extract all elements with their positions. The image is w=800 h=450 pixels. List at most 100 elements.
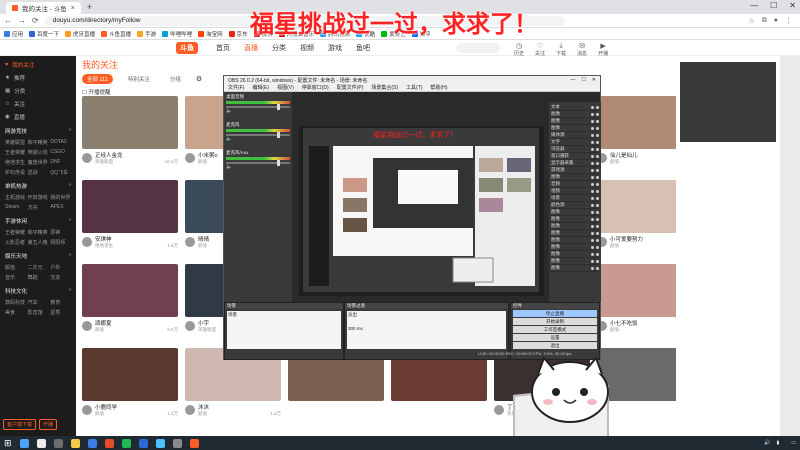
sidebar-category-link[interactable]: 逆战 — [28, 169, 49, 176]
source-item[interactable]: 图像 — [551, 223, 599, 230]
sidebar-category-link[interactable]: 教育 — [50, 299, 71, 306]
source-item[interactable]: 文字 — [551, 139, 599, 146]
sidebar-category-link[interactable]: 火影忍者 — [5, 239, 26, 246]
sidebar-category-link[interactable]: 第五人格 — [28, 239, 49, 246]
sidebar-category-link[interactable]: 舞蹈 — [28, 274, 49, 281]
sidebar-category-link[interactable]: Steam — [5, 204, 26, 211]
obs-menu-item[interactable]: 场景集合(S) — [371, 84, 398, 91]
streamer-avatar[interactable] — [82, 405, 92, 415]
sidebar-category-link[interactable]: 炉石传说 — [5, 169, 26, 176]
bookmark-item[interactable]: 应用 — [4, 30, 23, 38]
eye-icon[interactable] — [591, 238, 594, 242]
sidebar-item[interactable]: ★ 推荐 — [0, 71, 76, 84]
taskbar-app-icon[interactable] — [87, 438, 97, 448]
bookmark-item[interactable]: 哔哩哔哩 — [162, 30, 192, 38]
header-action[interactable]: ⤓ 下载 — [556, 42, 566, 57]
obs-preview[interactable]: 福星挑战过一过，求求了！ — [299, 126, 544, 296]
sidebar-category-link[interactable]: 英雄联盟 — [5, 139, 26, 146]
lock-icon[interactable] — [596, 245, 599, 249]
scenes-list[interactable]: 场景 — [227, 311, 341, 349]
stream-card[interactable]: 安琪神 绝地求生 1.6万 — [82, 180, 178, 258]
sidebar-category-link[interactable]: 户外 — [50, 264, 71, 271]
eye-icon[interactable] — [591, 252, 594, 256]
lock-icon[interactable] — [596, 112, 599, 116]
eye-icon[interactable] — [591, 147, 594, 151]
source-item[interactable]: 媒体源 — [551, 132, 599, 139]
header-action[interactable]: ◷ 历史 — [514, 42, 524, 57]
sidebar-category-link[interactable]: 穿越火线 — [28, 149, 49, 156]
close-window-icon[interactable]: ✕ — [789, 1, 796, 10]
sidebar-category-link[interactable]: 美食 — [5, 309, 26, 316]
new-tab-button[interactable]: + — [87, 2, 92, 12]
sidebar-category-link[interactable]: DOTA2 — [50, 139, 71, 146]
volume-slider-knob[interactable] — [277, 104, 280, 110]
taskbar-app-icon[interactable] — [189, 438, 199, 448]
source-item[interactable]: 图像 — [551, 265, 599, 272]
eye-icon[interactable] — [591, 119, 594, 123]
promo-video[interactable] — [680, 62, 776, 142]
back-icon[interactable]: ← — [4, 16, 12, 25]
lock-icon[interactable] — [596, 217, 599, 221]
source-item[interactable]: 图像 — [551, 251, 599, 258]
obs-control-button[interactable]: 退出 — [513, 342, 597, 349]
lock-icon[interactable] — [596, 203, 599, 207]
eye-icon[interactable] — [591, 105, 594, 109]
lock-icon[interactable] — [596, 147, 599, 151]
obs-control-button[interactable]: 工作室模式 — [513, 326, 597, 333]
sidebar-category-link[interactable]: 交友 — [50, 274, 71, 281]
sidebar-section-header[interactable]: 娱乐天地 › — [0, 248, 76, 262]
sidebar-category-link[interactable]: 颜值 — [5, 264, 26, 271]
settings-icon[interactable]: ⚙ — [196, 75, 202, 83]
sidebar-category-link[interactable]: 怀旧游戏 — [28, 194, 49, 201]
sidebar-category-link[interactable]: 主机游戏 — [5, 194, 26, 201]
streamer-avatar[interactable] — [185, 237, 195, 247]
nav-item[interactable]: 游戏 — [328, 43, 342, 53]
obs-menu-item[interactable]: 配置文件(P) — [337, 84, 364, 91]
header-action[interactable]: ▶ 开播 — [598, 42, 608, 57]
lock-icon[interactable] — [596, 189, 599, 193]
lock-icon[interactable] — [596, 224, 599, 228]
scene-item[interactable]: 场景 — [228, 312, 237, 317]
sidebar-category-link[interactable]: DNF — [50, 159, 71, 166]
taskbar-app-icon[interactable] — [155, 438, 165, 448]
extensions-icon[interactable]: ⧉ — [762, 17, 767, 25]
streamer-avatar[interactable] — [494, 405, 504, 415]
nav-item[interactable]: 直播 — [244, 43, 258, 53]
sidebar-bottom-button[interactable]: 开播 — [39, 419, 58, 430]
nav-item[interactable]: 鱼吧 — [356, 43, 370, 53]
eye-icon[interactable] — [591, 140, 594, 144]
streamer-avatar[interactable] — [185, 321, 195, 331]
streamer-avatar[interactable] — [185, 405, 195, 415]
sidebar-category-link[interactable]: 和平精英 — [28, 139, 49, 146]
star-icon[interactable]: ☆ — [748, 17, 754, 25]
minimize-icon[interactable]: — — [750, 1, 758, 10]
windows-start-icon[interactable]: ⊞ — [4, 438, 12, 449]
source-item[interactable]: 文本 — [551, 104, 599, 111]
close-tab-icon[interactable]: × — [71, 5, 75, 12]
obs-minimize-icon[interactable]: — — [570, 77, 575, 83]
lock-icon[interactable] — [596, 168, 599, 172]
volume-slider[interactable] — [226, 104, 290, 110]
browser-tab[interactable]: 我的关注 - 斗鱼 × — [6, 2, 81, 14]
eye-icon[interactable] — [591, 245, 594, 249]
speaker-icon[interactable]: 🔈 — [226, 108, 232, 114]
speaker-icon[interactable]: 🔈 — [226, 136, 232, 142]
bookmark-item[interactable]: 虎牙直播 — [65, 30, 95, 38]
eye-icon[interactable] — [591, 210, 594, 214]
sidebar-category-link[interactable]: 原神 — [50, 229, 71, 236]
lock-icon[interactable] — [596, 238, 599, 242]
lock-icon[interactable] — [596, 119, 599, 123]
notification-icon[interactable]: ▭ — [791, 440, 796, 446]
streamer-avatar[interactable] — [82, 237, 92, 247]
taskbar-app-icon[interactable] — [53, 438, 63, 448]
lock-icon[interactable] — [596, 126, 599, 130]
sidebar-category-link[interactable]: 音乐 — [5, 274, 26, 281]
sidebar-category-link[interactable]: CSGO — [50, 149, 71, 156]
page-scrollbar[interactable] — [780, 56, 800, 436]
source-item[interactable]: 图像 — [551, 244, 599, 251]
eye-icon[interactable] — [591, 168, 594, 172]
obs-menu-item[interactable]: 编辑(E) — [252, 84, 269, 91]
sidebar-section-header[interactable]: 手游休闲 › — [0, 213, 76, 227]
sidebar-category-link[interactable]: 数码科技 — [5, 299, 26, 306]
sidebar-category-link[interactable]: QQ飞车 — [50, 169, 71, 176]
